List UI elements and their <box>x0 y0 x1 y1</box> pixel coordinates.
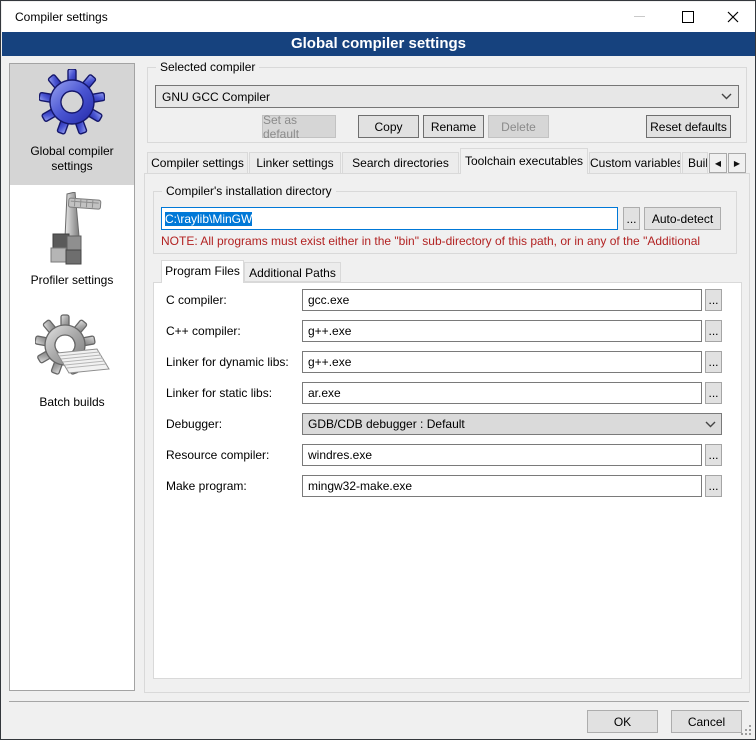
chevron-down-icon <box>705 421 716 428</box>
chevron-down-icon <box>721 93 732 100</box>
selected-path-text: C:\raylib\MinGW <box>165 212 252 226</box>
tab-custom-variables[interactable]: Custom variables <box>589 152 681 173</box>
sidebar-item-profiler-settings[interactable]: Profiler settings <box>10 189 134 293</box>
cpp-compiler-input[interactable]: g++.exe <box>302 320 702 342</box>
installation-directory-input[interactable]: C:\raylib\MinGW <box>161 207 618 230</box>
cpp-compiler-browse-button[interactable]: ... <box>705 320 722 342</box>
sidebar-item-label: Global compiler settings <box>10 144 134 174</box>
note-text: NOTE: All programs must exist either in … <box>161 234 736 248</box>
field-label-dynamic-linker: Linker for dynamic libs: <box>166 351 301 373</box>
static-linker-browse-button[interactable]: ... <box>705 382 722 404</box>
debugger-select-value: GDB/CDB debugger : Default <box>308 417 465 431</box>
window-title: Compiler settings <box>15 10 108 24</box>
group-label: Compiler's installation directory <box>162 184 336 198</box>
group-label: Selected compiler <box>156 60 259 74</box>
field-label-debugger: Debugger: <box>166 413 301 435</box>
static-linker-input[interactable]: ar.exe <box>302 382 702 404</box>
make-program-browse-button[interactable]: ... <box>705 475 722 497</box>
field-label-make-program: Make program: <box>166 475 301 497</box>
set-as-default-button[interactable]: Set as default <box>262 115 336 138</box>
dynamic-linker-input[interactable]: g++.exe <box>302 351 702 373</box>
blue-gear-icon <box>39 69 105 135</box>
compiler-select[interactable]: GNU GCC Compiler <box>155 85 739 108</box>
dialog-header: Global compiler settings <box>2 32 755 56</box>
gray-gear-batch-icon <box>35 311 111 391</box>
compiler-select-value: GNU GCC Compiler <box>162 90 270 104</box>
compiler-settings-dialog: Compiler settings Global compiler settin… <box>0 0 756 740</box>
sidebar-item-label: Profiler settings <box>10 273 134 288</box>
minimize-button[interactable] <box>616 2 662 31</box>
resize-grip[interactable] <box>741 725 752 736</box>
footer-divider <box>9 701 749 702</box>
arrow-right-icon: ▶ <box>734 159 740 168</box>
reset-defaults-button[interactable]: Reset defaults <box>646 115 731 138</box>
tab-search-directories[interactable]: Search directories <box>342 152 459 173</box>
maximize-icon <box>682 11 694 23</box>
tab-build-truncated[interactable]: Build <box>682 152 708 173</box>
close-icon <box>727 11 739 23</box>
copy-button[interactable]: Copy <box>358 115 419 138</box>
sidebar-item-label: Batch builds <box>10 395 134 410</box>
browse-directory-button[interactable]: ... <box>623 207 640 230</box>
arrow-left-icon: ◀ <box>715 159 721 168</box>
delete-button[interactable]: Delete <box>488 115 549 138</box>
resource-compiler-input[interactable]: windres.exe <box>302 444 702 466</box>
subtab-additional-paths[interactable]: Additional Paths <box>244 262 341 282</box>
c-compiler-browse-button[interactable]: ... <box>705 289 722 311</box>
cancel-button[interactable]: Cancel <box>671 710 742 733</box>
field-label-resource-compiler: Resource compiler: <box>166 444 301 466</box>
maximize-button[interactable] <box>665 2 711 31</box>
dynamic-linker-browse-button[interactable]: ... <box>705 351 722 373</box>
auto-detect-button[interactable]: Auto-detect <box>644 207 721 230</box>
field-label-static-linker: Linker for static libs: <box>166 382 301 404</box>
subtab-program-files[interactable]: Program Files <box>161 260 244 283</box>
sidebar-item-global-compiler-settings[interactable]: Global compiler settings <box>10 64 134 185</box>
tab-toolchain-executables[interactable]: Toolchain executables <box>460 148 588 174</box>
make-program-input[interactable]: mingw32-make.exe <box>302 475 702 497</box>
field-label-c-compiler: C compiler: <box>166 289 301 311</box>
tab-compiler-settings[interactable]: Compiler settings <box>147 152 248 173</box>
rename-button[interactable]: Rename <box>423 115 484 138</box>
tab-linker-settings[interactable]: Linker settings <box>249 152 341 173</box>
close-button[interactable] <box>710 2 756 31</box>
c-compiler-input[interactable]: gcc.exe <box>302 289 702 311</box>
minimize-icon <box>634 16 645 17</box>
field-label-cpp-compiler: C++ compiler: <box>166 320 301 342</box>
sidebar-item-batch-builds[interactable]: Batch builds <box>10 309 134 413</box>
debugger-select[interactable]: GDB/CDB debugger : Default <box>302 413 722 435</box>
resource-compiler-browse-button[interactable]: ... <box>705 444 722 466</box>
tab-scroll-left-button[interactable]: ◀ <box>709 153 727 173</box>
caliper-icon <box>41 192 103 268</box>
tab-scroll-right-button[interactable]: ▶ <box>728 153 746 173</box>
ok-button[interactable]: OK <box>587 710 658 733</box>
